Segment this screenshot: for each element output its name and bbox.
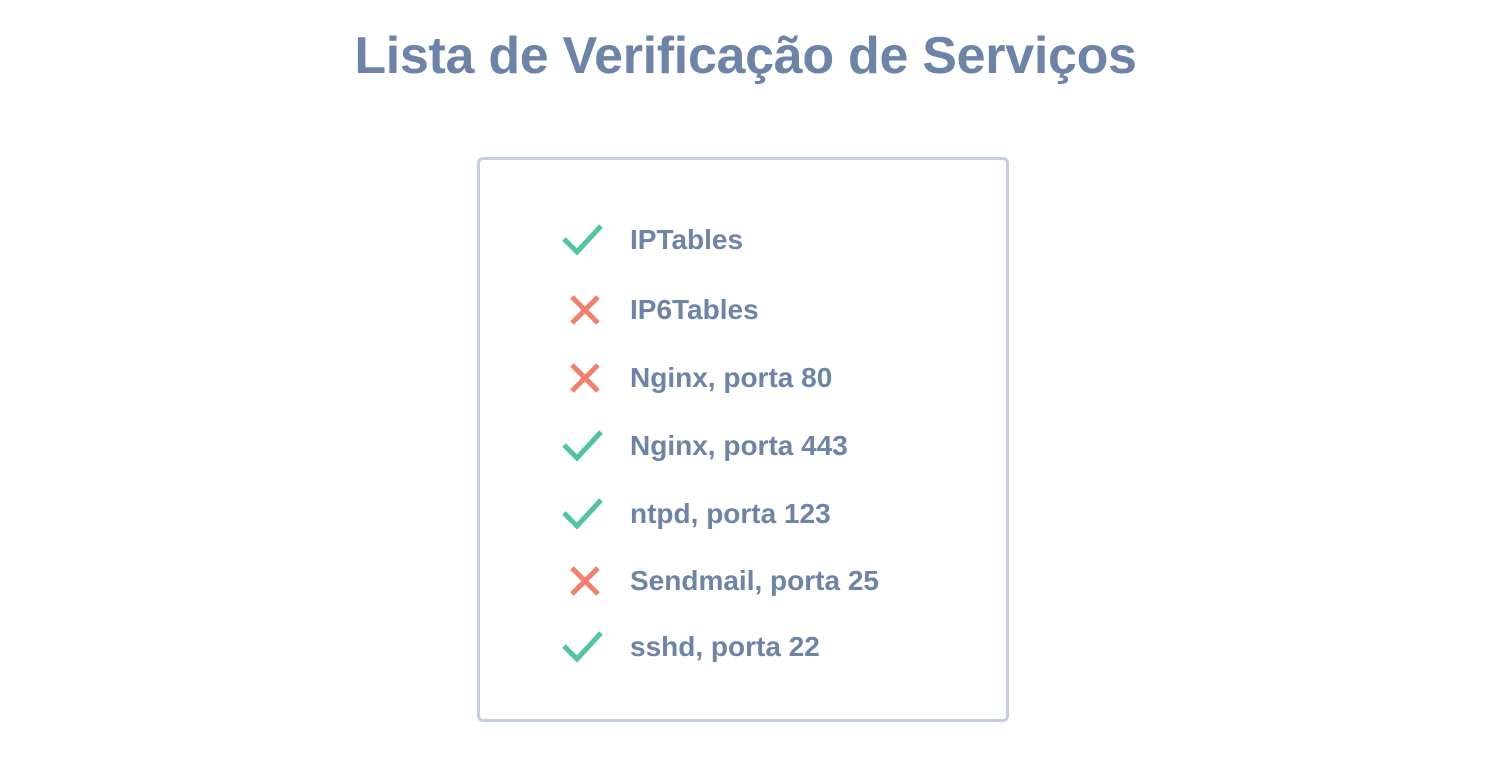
check-icon xyxy=(559,426,607,466)
service-label: IPTables xyxy=(630,224,744,255)
service-label: sshd, porta 22 xyxy=(630,631,820,662)
page-title: Lista de Verificação de Serviços xyxy=(354,27,1137,85)
check-icon xyxy=(559,494,607,534)
checklist-item: Nginx, porta 443 xyxy=(480,422,1006,470)
checklist-item: Nginx, porta 80 xyxy=(480,354,1006,402)
checklist-item: IPTables xyxy=(480,216,1006,264)
service-label: ntpd, porta 123 xyxy=(630,498,831,529)
check-icon xyxy=(559,627,607,667)
service-label: Sendmail, porta 25 xyxy=(630,565,879,596)
checklist-item: sshd, porta 22 xyxy=(480,623,1006,671)
service-checklist: IPTables IP6Tables Nginx, porta 80 Nginx… xyxy=(477,157,1009,722)
checklist-item: IP6Tables xyxy=(480,286,1006,334)
page: Lista de Verificação de Serviços IPTable… xyxy=(0,0,1491,766)
cross-icon xyxy=(559,561,607,601)
service-label: Nginx, porta 80 xyxy=(630,362,833,393)
cross-icon xyxy=(559,290,607,330)
checklist-item: Sendmail, porta 25 xyxy=(480,557,1006,605)
service-label: Nginx, porta 443 xyxy=(630,430,848,461)
service-label: IP6Tables xyxy=(630,294,759,325)
check-icon xyxy=(559,220,607,260)
checklist-item: ntpd, porta 123 xyxy=(480,490,1006,538)
cross-icon xyxy=(559,358,607,398)
